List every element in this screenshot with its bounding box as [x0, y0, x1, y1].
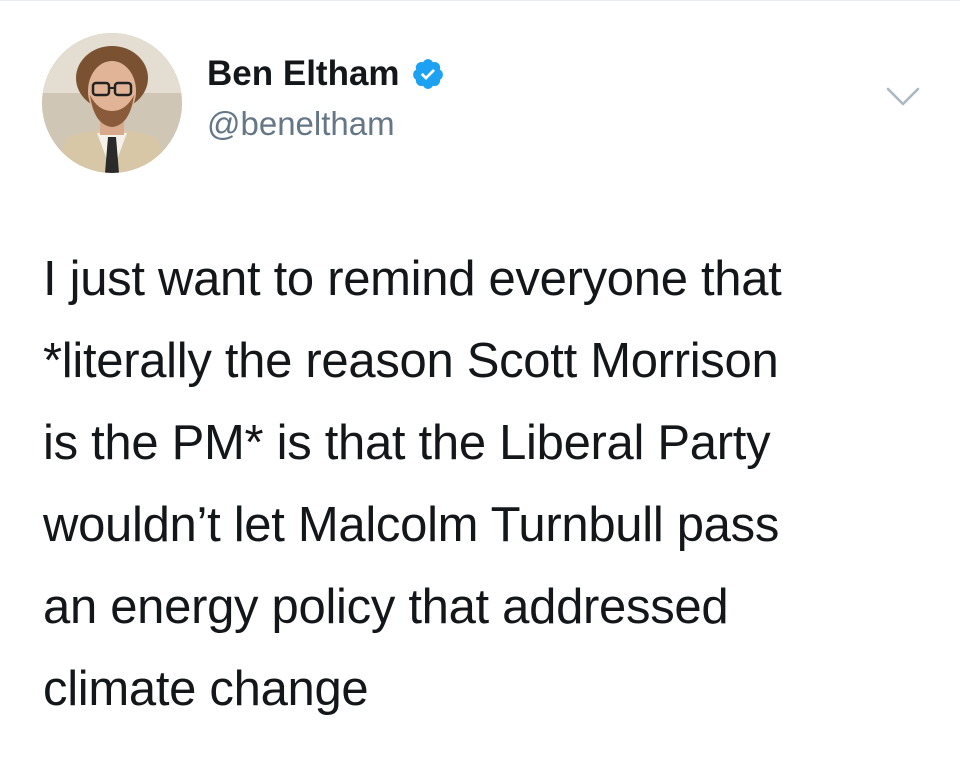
divider: [0, 0, 960, 1]
tweet-text: I just want to remind everyone that *lit…: [43, 252, 782, 716]
author-display-name[interactable]: Ben Eltham: [207, 52, 400, 96]
chevron-down-icon[interactable]: [886, 86, 920, 108]
verified-badge-icon: [411, 57, 445, 91]
tweet-card: Ben Eltham @beneltham I just want to rem…: [0, 0, 960, 760]
avatar[interactable]: [42, 33, 182, 173]
author-handle[interactable]: @beneltham: [207, 103, 395, 145]
author-name-row[interactable]: Ben Eltham: [207, 52, 445, 96]
user-avatar-icon: [42, 33, 182, 173]
